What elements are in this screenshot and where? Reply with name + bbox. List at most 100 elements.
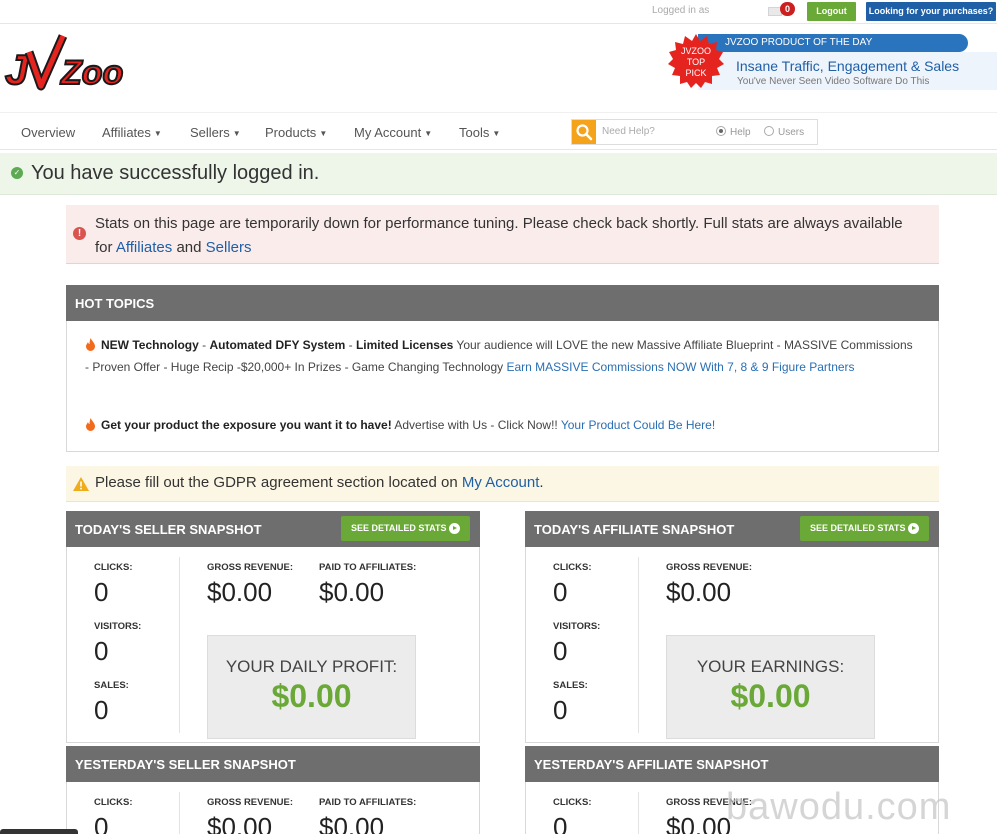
daily-profit-label: YOUR DAILY PROFIT: — [225, 657, 398, 676]
gdpr-warning: Please fill out the GDPR agreement secti… — [66, 466, 939, 502]
radio-help-dot — [716, 126, 726, 136]
daily-profit-box: YOUR DAILY PROFIT: $0.00 — [207, 635, 416, 739]
warning-icon — [73, 477, 89, 491]
nav-affiliates-label: Affiliates — [102, 125, 151, 140]
topic-bold: Get your product the exposure you want i… — [101, 418, 392, 432]
your-product-link[interactable]: Your Product Could Be Here! — [561, 418, 715, 432]
snapshot-header: YESTERDAY'S SELLER SNAPSHOT — [66, 746, 480, 782]
snapshot-body: CLICKS: 0 VISITORS: 0 SALES: 0 GROSS REV… — [66, 547, 480, 743]
earnings-value: $0.00 — [730, 678, 811, 714]
gross-revenue-label: GROSS REVENUE: — [207, 562, 294, 573]
earnings-box: YOUR EARNINGS: $0.00 — [666, 635, 875, 739]
looking-for-purchases-button[interactable]: Looking for your purchases? — [866, 2, 996, 21]
search-input[interactable]: Need Help? — [602, 126, 655, 137]
daily-profit-value: $0.00 — [271, 678, 352, 714]
promo-headline[interactable]: Insane Traffic, Engagement & Sales — [736, 58, 959, 74]
svg-text:Zoo: Zoo — [60, 54, 123, 92]
gross-revenue-value: $0.00 — [666, 812, 732, 834]
gdpr-end: . — [539, 474, 544, 491]
hot-topics-header: HOT TOPICS — [66, 285, 939, 321]
topic-bold-3: Limited Licenses — [355, 338, 454, 352]
caret-down-icon: ▼ — [319, 129, 328, 138]
success-message: You have successfully logged in. — [31, 162, 320, 184]
gdpr-text-body: Please fill out the GDPR agreement secti… — [95, 474, 462, 491]
earn-commissions-link[interactable]: Earn MASSIVE Commissions NOW With 7, 8 &… — [506, 360, 854, 374]
notifications[interactable]: 0 — [768, 2, 796, 18]
nav-products[interactable]: Products ▼ — [265, 125, 327, 140]
yesterdays-seller-snapshot: YESTERDAY'S SELLER SNAPSHOT CLICKS: 0 GR… — [66, 746, 480, 834]
logout-button[interactable]: Logout — [807, 2, 856, 21]
todays-seller-snapshot: TODAY'S SELLER SNAPSHOT SEE DETAILED STA… — [66, 511, 480, 743]
see-detailed-stats-button[interactable]: SEE DETAILED STATS — [800, 516, 929, 541]
nav-sellers-label: Sellers — [190, 125, 230, 140]
radio-help[interactable]: Help — [716, 126, 751, 138]
visitors-value: 0 — [553, 636, 568, 666]
todays-affiliate-snapshot: TODAY'S AFFILIATE SNAPSHOT SEE DETAILED … — [525, 511, 939, 743]
radio-help-label: Help — [730, 127, 751, 138]
nav-my-account-label: My Account — [354, 125, 422, 140]
play-circle-icon — [449, 523, 460, 534]
divider — [638, 792, 639, 834]
nav-overview-label: Overview — [21, 125, 76, 140]
nav-sellers[interactable]: Sellers ▼ — [190, 125, 241, 140]
nav-affiliates[interactable]: Affiliates ▼ — [102, 125, 162, 140]
top-utility-bar: Logged in as 0 Logout Looking for your p… — [0, 0, 997, 24]
promo-strip-title: JVZOO PRODUCT OF THE DAY — [725, 37, 873, 48]
sales-value: 0 — [553, 695, 568, 725]
nav-products-label: Products — [265, 125, 317, 140]
caret-down-icon: ▼ — [492, 129, 501, 138]
clicks-label: CLICKS: — [553, 562, 592, 573]
search-button[interactable] — [572, 120, 596, 144]
gross-revenue-label: GROSS REVENUE: — [207, 797, 294, 808]
sales-label: SALES: — [94, 680, 129, 691]
caret-down-icon: ▼ — [232, 129, 241, 138]
snapshot-body: CLICKS: 0 GROSS REVENUE: $0.00 PAID TO A… — [66, 782, 480, 834]
visitors-label: VISITORS: — [94, 621, 142, 632]
gross-revenue-label: GROSS REVENUE: — [666, 562, 753, 573]
sellers-link[interactable]: Sellers — [206, 239, 252, 256]
see-detailed-stats-button[interactable]: SEE DETAILED STATS — [341, 516, 470, 541]
play-circle-icon — [908, 523, 919, 534]
clicks-value: 0 — [553, 812, 568, 834]
hot-topic-item: Get your product the exposure you want i… — [85, 414, 915, 436]
nav-tools[interactable]: Tools ▼ — [459, 125, 500, 140]
topic-sep-2: - — [345, 338, 356, 352]
snapshot-body: CLICKS: 0 VISITORS: 0 SALES: 0 GROSS REV… — [525, 547, 939, 743]
promo-strip: JVZOO PRODUCT OF THE DAY — [698, 34, 968, 52]
nav-my-account[interactable]: My Account ▼ — [354, 125, 432, 140]
clicks-value: 0 — [94, 577, 109, 607]
topic-bold-1: NEW Technology — [101, 338, 199, 352]
badge-line-2: TOP — [687, 57, 705, 67]
paid-to-affiliates-value: $0.00 — [319, 577, 385, 607]
sales-value: 0 — [94, 695, 109, 725]
main-nav: Overview Affiliates ▼ Sellers ▼ Products ▼ … — [0, 112, 997, 150]
affiliates-link[interactable]: Affiliates — [116, 239, 172, 256]
top-pick-badge: JVZOO TOP PICK — [668, 34, 724, 88]
product-of-the-day-banner[interactable]: JVZOO PRODUCT OF THE DAY JVZOO TOP PICK … — [668, 33, 997, 91]
bottom-tab[interactable] — [0, 829, 78, 834]
jvzoo-logo[interactable]: J Zoo — [3, 32, 143, 102]
check-circle-icon: ✓ — [11, 167, 23, 179]
snapshot-header: YESTERDAY'S AFFILIATE SNAPSHOT — [525, 746, 939, 782]
clicks-label: CLICKS: — [553, 797, 592, 808]
hot-topics-title: HOT TOPICS — [75, 296, 155, 311]
gross-revenue-value: $0.00 — [207, 577, 273, 607]
caret-down-icon: ▼ — [153, 129, 162, 138]
my-account-link[interactable]: My Account — [462, 474, 540, 491]
stats-down-notice: ! Stats on this page are temporarily dow… — [66, 205, 939, 264]
nav-overview[interactable]: Overview — [21, 125, 75, 140]
paid-to-affiliates-label: PAID TO AFFILIATES: — [319, 562, 417, 573]
topic-sep-1: - — [198, 338, 210, 352]
see-stats-label: SEE DETAILED STATS — [351, 523, 447, 533]
topic-text: Advertise with Us - Click Now!! — [391, 418, 561, 432]
help-search: Need Help? Help Users — [571, 119, 818, 145]
watermark: bawodu.com — [726, 786, 952, 828]
promo-subline: You've Never Seen Video Software Do This — [737, 76, 930, 87]
radio-users[interactable]: Users — [764, 126, 804, 138]
visitors-value: 0 — [94, 636, 109, 666]
gdpr-text: Please fill out the GDPR agreement secti… — [95, 474, 544, 491]
hot-topics-panel: HOT TOPICS NEW Technology - Automated DF… — [66, 285, 939, 452]
badge-line-1: JVZOO — [681, 46, 711, 56]
divider — [179, 792, 180, 834]
snapshot-header: TODAY'S SELLER SNAPSHOT SEE DETAILED STA… — [66, 511, 480, 547]
